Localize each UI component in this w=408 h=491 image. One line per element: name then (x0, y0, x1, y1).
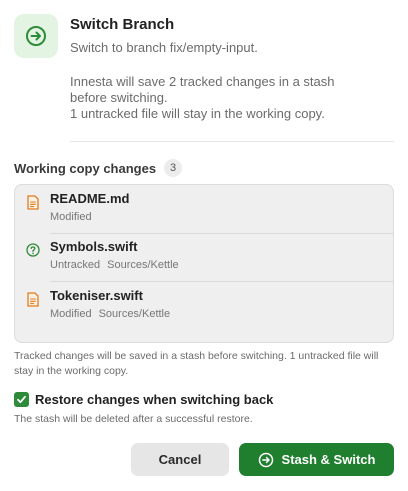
restore-checkbox[interactable] (14, 392, 29, 407)
switch-branch-icon (14, 14, 58, 58)
description-line: Innesta will save 2 tracked changes in a… (70, 74, 335, 89)
modified-file-icon (26, 194, 40, 210)
file-meta: Modified Sources/Kettle (50, 308, 170, 320)
dialog-subtitle: Switch to branch fix/empty-input. (70, 40, 258, 55)
file-row[interactable]: README.md Modified (15, 185, 393, 233)
checkmark-icon (17, 395, 26, 404)
file-meta: Modified (50, 211, 92, 223)
untracked-question-icon (26, 242, 40, 258)
file-status: Modified (50, 211, 92, 223)
restore-label: Restore changes when switching back (35, 392, 274, 407)
file-path: Sources/Kettle (98, 308, 171, 320)
stash-and-switch-label: Stash & Switch (281, 452, 376, 467)
file-name: README.md (50, 191, 130, 206)
changes-label: Working copy changes (14, 160, 157, 176)
header-divider (70, 141, 394, 142)
description-line: 1 untracked file will stay in the workin… (70, 106, 325, 121)
file-status: Untracked (50, 259, 101, 271)
file-path: Sources/Kettle (107, 259, 179, 271)
file-meta: Untracked Sources/Kettle (50, 259, 179, 271)
dialog-title: Switch Branch (70, 16, 175, 33)
stash-and-switch-button[interactable]: Stash & Switch (239, 443, 394, 476)
file-name: Tokeniser.swift (50, 288, 143, 303)
modified-file-icon (26, 291, 40, 307)
description-line: before switching. (70, 90, 168, 105)
cancel-button[interactable]: Cancel (131, 443, 229, 476)
file-row[interactable]: Symbols.swift Untracked Sources/Kettle (15, 233, 393, 281)
dialog-description: Innesta will save 2 tracked changes in a… (70, 74, 400, 122)
file-status: Modified (50, 308, 92, 320)
cancel-button-label: Cancel (158, 452, 202, 467)
changes-section-header: Working copy changes 3 (14, 159, 183, 177)
switch-branch-dialog: Switch Branch Switch to branch fix/empty… (0, 0, 408, 491)
file-name: Symbols.swift (50, 239, 138, 254)
changes-count-badge: 3 (164, 159, 183, 177)
restore-checkbox-row[interactable]: Restore changes when switching back (14, 392, 273, 407)
stash-note: Tracked changes will be saved in a stash… (14, 350, 379, 377)
changed-files-list: README.md Modified Symbols.swift Untrack… (14, 184, 394, 343)
file-row[interactable]: Tokeniser.swift Modified Sources/Kettle (15, 282, 393, 330)
switch-arrow-icon (258, 452, 274, 468)
restore-hint: The stash will be deleted after a succes… (14, 413, 253, 425)
